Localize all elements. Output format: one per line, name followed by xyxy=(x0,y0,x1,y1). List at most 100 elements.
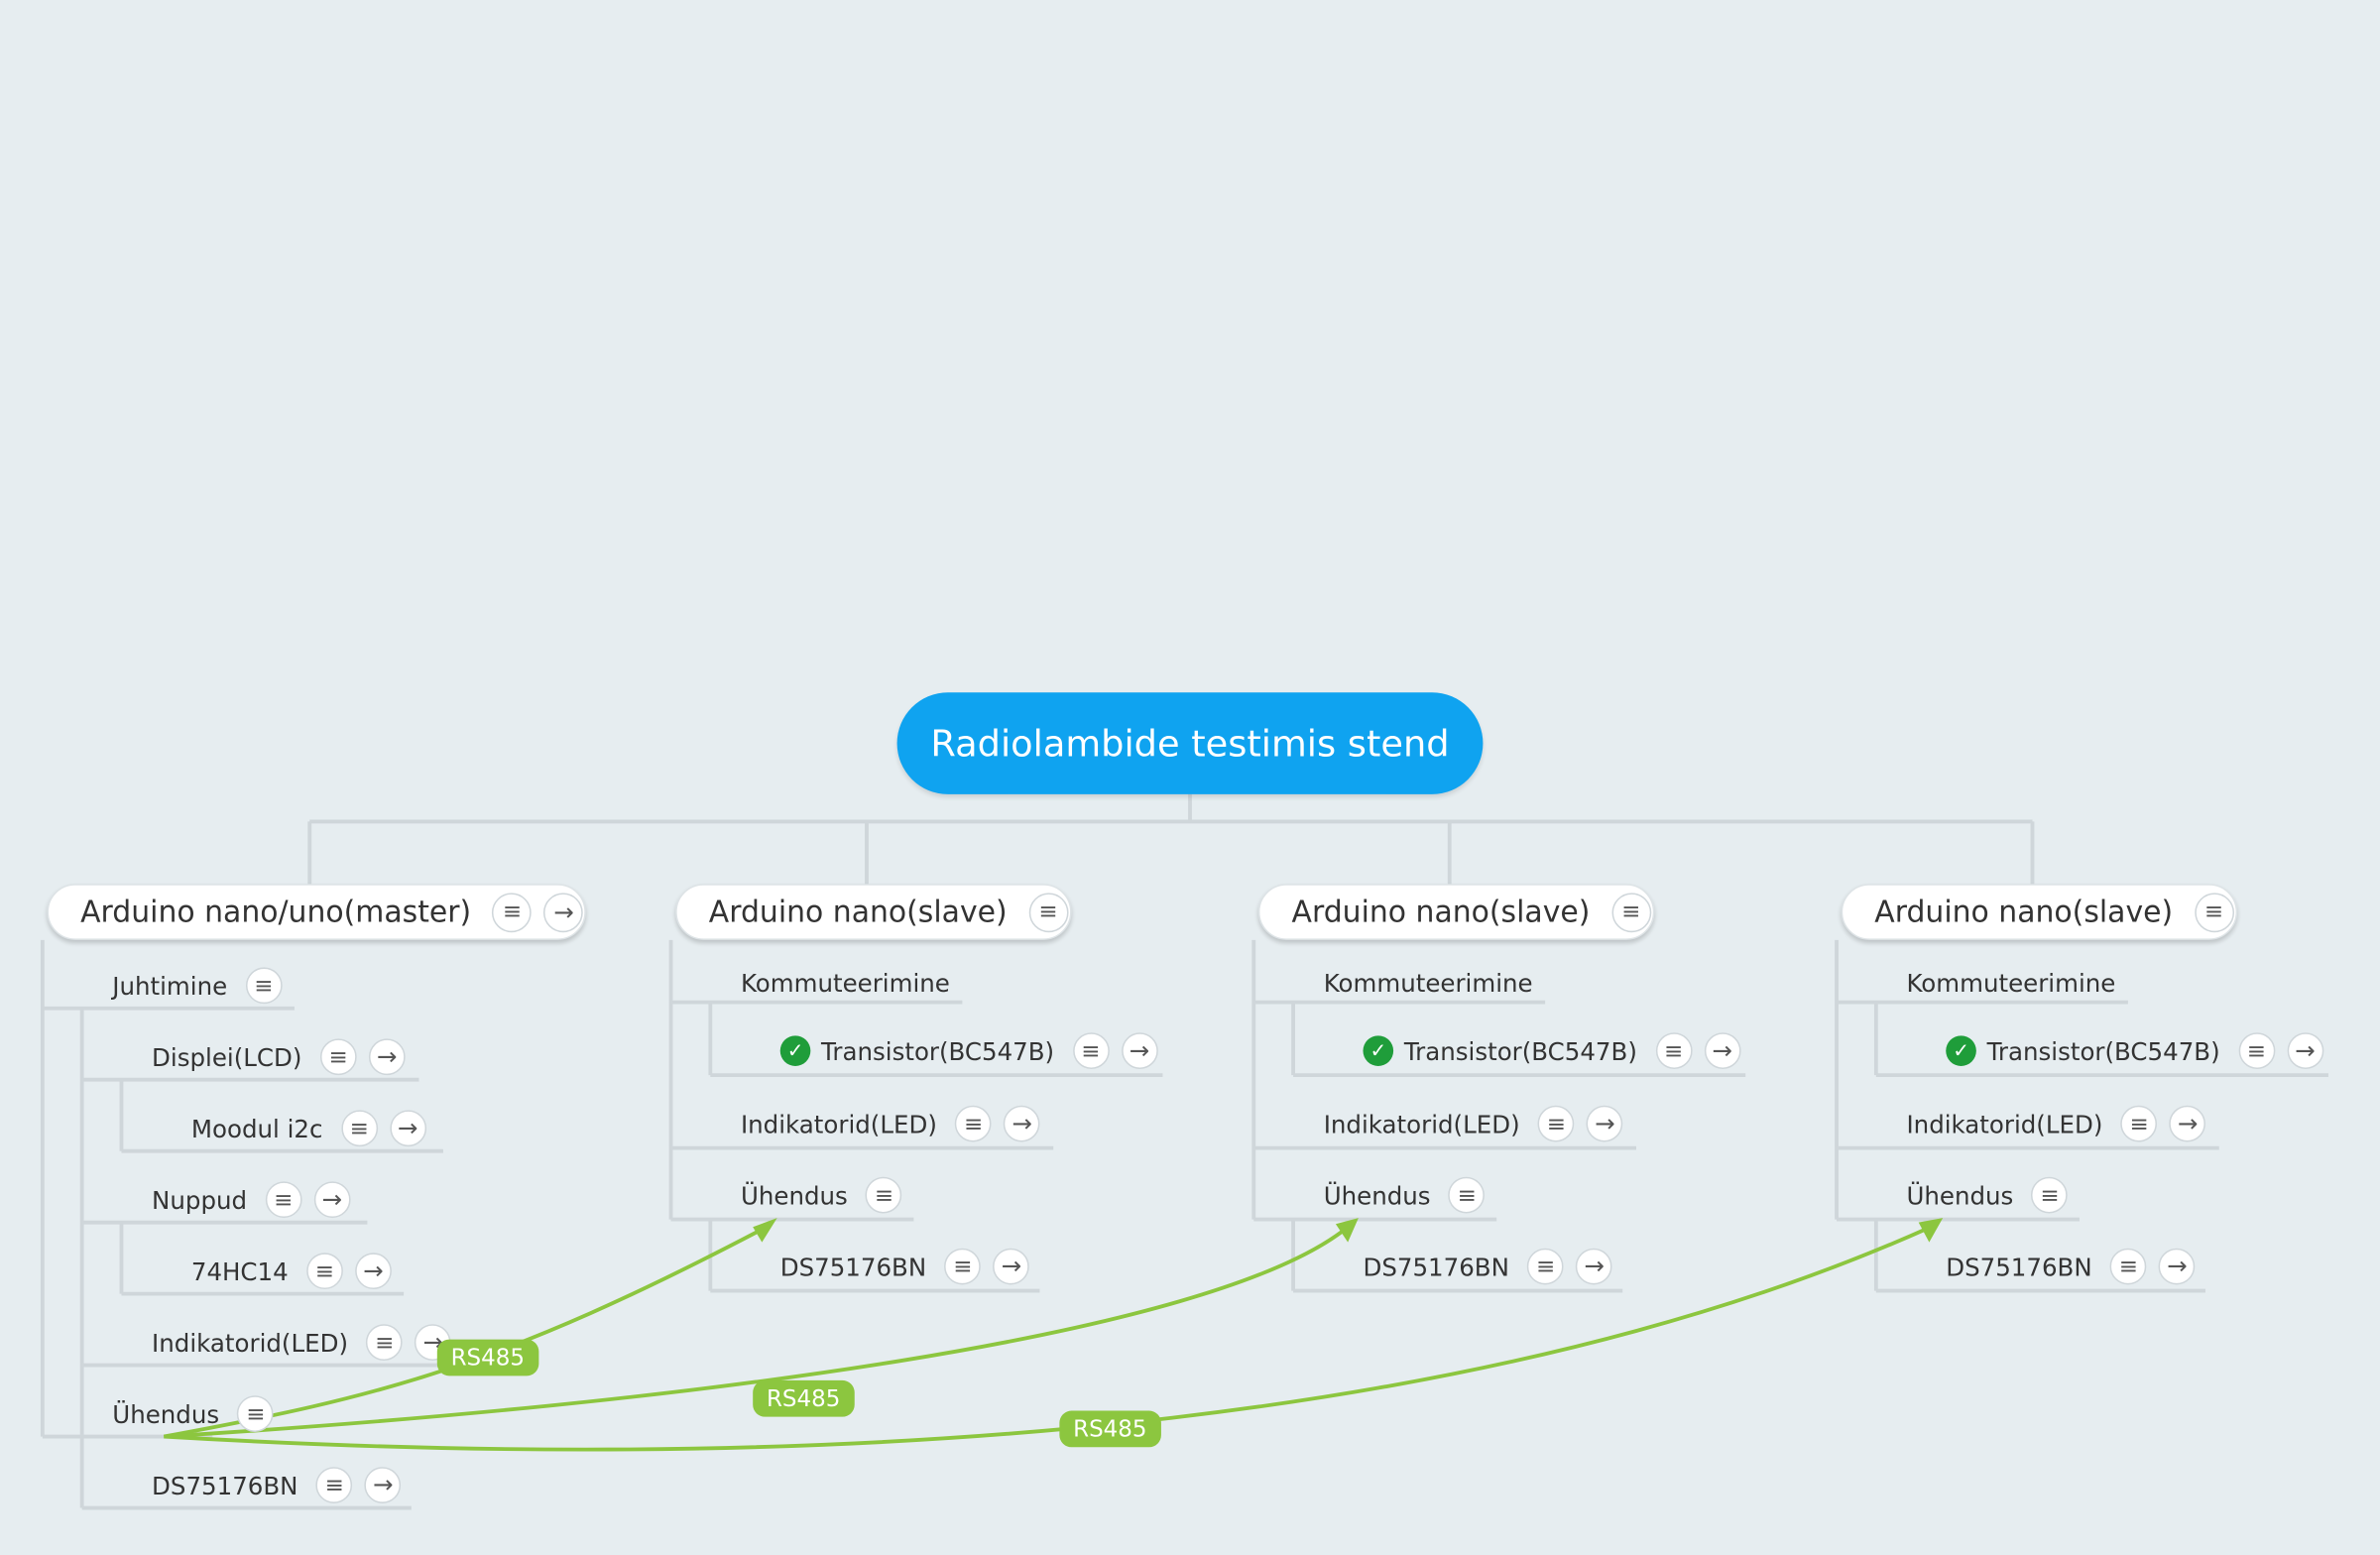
notes-icon[interactable]: ≡ xyxy=(1538,1105,1575,1142)
subtopic-indikatorid[interactable]: Indikatorid(LED) ≡ → xyxy=(1906,1101,2206,1146)
subtopic-ds75176bn[interactable]: DS75176BN ≡ → xyxy=(1946,1244,2196,1289)
arrow-right-icon[interactable]: → xyxy=(2286,1032,2323,1069)
relationship-label-3[interactable]: RS485 xyxy=(1059,1410,1161,1448)
topic-slave-1[interactable]: Arduino nano(slave) ≡ xyxy=(675,884,1072,940)
subtopic-transistor[interactable]: ✓ Transistor(BC547B) ≡ → xyxy=(1946,1028,2323,1074)
notes-icon[interactable]: ≡ xyxy=(1028,892,1068,932)
notes-icon[interactable]: ≡ xyxy=(955,1105,992,1142)
notes-icon[interactable]: ≡ xyxy=(319,1038,357,1076)
subtopic-label: Indikatorid(LED) xyxy=(152,1328,349,1358)
subtopic-label: Indikatorid(LED) xyxy=(740,1109,937,1138)
subtopic-label: Nuppud xyxy=(152,1185,248,1215)
subtopic-nuppud[interactable]: Nuppud ≡ → xyxy=(152,1177,351,1223)
subtopic-indikatorid[interactable]: Indikatorid(LED) ≡ → xyxy=(1324,1101,1623,1146)
arrow-right-icon[interactable]: → xyxy=(313,1181,351,1219)
notes-icon[interactable]: ≡ xyxy=(306,1253,343,1290)
subtopic-label: DS75176BN xyxy=(779,1252,927,1281)
subtopic-label: Indikatorid(LED) xyxy=(1906,1109,2103,1138)
subtopic-label: Ühendus xyxy=(1906,1180,2014,1210)
subtopic-kommuteerimine[interactable]: Kommuteerimine xyxy=(741,960,956,1006)
notes-icon[interactable]: ≡ xyxy=(245,967,283,1005)
subtopic-label: DS75176BN xyxy=(1363,1252,1509,1281)
notes-icon[interactable]: ≡ xyxy=(1527,1248,1565,1285)
topic-slave-label: Arduino nano(slave) xyxy=(1874,894,2174,930)
subtopic-label: Ühendus xyxy=(740,1180,848,1210)
subtopic-transistor[interactable]: ✓ Transistor(BC547B) ≡ → xyxy=(1363,1028,1740,1074)
mind-map-canvas: Radiolambide testimis stend Arduino nano… xyxy=(0,0,2380,1555)
arrow-right-icon[interactable]: → xyxy=(368,1038,406,1076)
notes-icon[interactable]: ≡ xyxy=(237,1395,275,1432)
notes-icon[interactable]: ≡ xyxy=(1655,1032,1692,1069)
notes-icon[interactable]: ≡ xyxy=(866,1176,902,1214)
topic-slave-2[interactable]: Arduino nano(slave) ≡ xyxy=(1257,884,1655,940)
subtopic-kommuteerimine[interactable]: Kommuteerimine xyxy=(1906,960,2121,1006)
topic-master-label: Arduino nano/uno(master) xyxy=(80,894,472,930)
subtopic-uhendus[interactable]: Ühendus ≡ xyxy=(1906,1172,2069,1218)
notes-icon[interactable]: ≡ xyxy=(2031,1176,2069,1214)
subtopic-label: Kommuteerimine xyxy=(1323,968,1533,998)
subtopic-label: 74HC14 xyxy=(190,1256,289,1286)
notes-icon[interactable]: ≡ xyxy=(1072,1032,1110,1069)
notes-icon[interactable]: ≡ xyxy=(2120,1105,2158,1142)
topic-slave-label: Arduino nano(slave) xyxy=(708,894,1008,930)
subtopic-indikatorid[interactable]: Indikatorid(LED) ≡ → xyxy=(741,1101,1040,1146)
subtopic-kommuteerimine[interactable]: Kommuteerimine xyxy=(1324,960,1539,1006)
notes-icon[interactable]: ≡ xyxy=(944,1248,982,1285)
subtopic-label: DS75176BN xyxy=(152,1471,298,1500)
subtopic-label: Moodul i2c xyxy=(190,1114,323,1143)
subtopic-indikatorid[interactable]: Indikatorid(LED) ≡ → xyxy=(152,1320,452,1366)
relationship-label-2[interactable]: RS485 xyxy=(753,1379,855,1417)
notes-icon[interactable]: ≡ xyxy=(492,892,533,932)
subtopic-displei[interactable]: Displei(LCD) ≡ → xyxy=(152,1034,406,1080)
subtopic-label: Kommuteerimine xyxy=(1906,968,2116,998)
arrow-right-icon[interactable]: → xyxy=(543,892,584,932)
arrow-right-icon[interactable]: → xyxy=(1121,1032,1158,1069)
relationship-label-1[interactable]: RS485 xyxy=(436,1339,538,1376)
subtopic-uhendus[interactable]: Ühendus ≡ xyxy=(112,1391,275,1437)
topic-slave-3[interactable]: Arduino nano(slave) ≡ xyxy=(1841,884,2238,940)
arrow-right-icon[interactable]: → xyxy=(389,1110,426,1147)
subtopic-uhendus[interactable]: Ühendus ≡ xyxy=(1324,1172,1486,1218)
arrow-right-icon[interactable]: → xyxy=(2159,1248,2196,1285)
central-topic[interactable]: Radiolambide testimis stend xyxy=(896,692,1484,794)
arrow-right-icon[interactable]: → xyxy=(364,1467,402,1503)
subtopic-label: Ühendus xyxy=(1323,1180,1431,1210)
arrow-right-icon[interactable]: → xyxy=(993,1248,1030,1285)
subtopic-74hc14[interactable]: 74HC14 ≡ → xyxy=(191,1249,392,1294)
notes-icon[interactable]: ≡ xyxy=(2238,1032,2275,1069)
subtopic-label: Juhtimine xyxy=(112,971,228,1001)
subtopic-juhtimine[interactable]: Juhtimine ≡ xyxy=(112,963,283,1009)
notes-icon[interactable]: ≡ xyxy=(265,1181,302,1219)
subtopic-ds75176bn[interactable]: DS75176BN ≡ → xyxy=(152,1463,402,1508)
arrow-right-icon[interactable]: → xyxy=(1586,1105,1623,1142)
notes-icon[interactable]: ≡ xyxy=(2194,892,2234,932)
notes-icon[interactable]: ≡ xyxy=(366,1324,404,1361)
arrow-right-icon[interactable]: → xyxy=(1704,1032,1740,1069)
subtopic-label: Indikatorid(LED) xyxy=(1323,1109,1520,1138)
subtopic-label: Ühendus xyxy=(112,1399,220,1429)
subtopic-uhendus[interactable]: Ühendus ≡ xyxy=(741,1172,902,1218)
arrow-right-icon[interactable]: → xyxy=(1004,1105,1040,1142)
relationship-arrowheads xyxy=(753,1218,1944,1243)
check-circle-icon[interactable]: ✓ xyxy=(1946,1035,1976,1066)
notes-icon[interactable]: ≡ xyxy=(2110,1248,2147,1285)
arrow-right-icon[interactable]: → xyxy=(2169,1105,2206,1142)
notes-icon[interactable]: ≡ xyxy=(1610,892,1651,932)
subtopic-ds75176bn[interactable]: DS75176BN ≡ → xyxy=(1363,1244,1613,1289)
notes-icon[interactable]: ≡ xyxy=(315,1467,353,1503)
subtopic-label: Transistor(BC547B) xyxy=(1986,1036,2220,1066)
subtopic-transistor[interactable]: ✓ Transistor(BC547B) ≡ → xyxy=(779,1028,1158,1074)
subtopic-ds75176bn[interactable]: DS75176BN ≡ → xyxy=(780,1244,1030,1289)
check-circle-icon[interactable]: ✓ xyxy=(1363,1035,1394,1066)
central-topic-label: Radiolambide testimis stend xyxy=(930,722,1450,765)
notes-icon[interactable]: ≡ xyxy=(340,1110,378,1147)
subtopic-label: Transistor(BC547B) xyxy=(1403,1036,1637,1066)
check-circle-icon[interactable]: ✓ xyxy=(779,1035,811,1066)
arrow-right-icon[interactable]: → xyxy=(355,1253,392,1290)
subtopic-label: Displei(LCD) xyxy=(152,1042,302,1072)
subtopic-moodul-i2c[interactable]: Moodul i2c ≡ → xyxy=(191,1106,426,1151)
arrow-right-icon[interactable]: → xyxy=(1576,1248,1613,1285)
topic-master[interactable]: Arduino nano/uno(master) ≡ → xyxy=(47,884,586,940)
notes-icon[interactable]: ≡ xyxy=(1448,1176,1486,1214)
subtopic-label: Transistor(BC547B) xyxy=(821,1036,1055,1066)
